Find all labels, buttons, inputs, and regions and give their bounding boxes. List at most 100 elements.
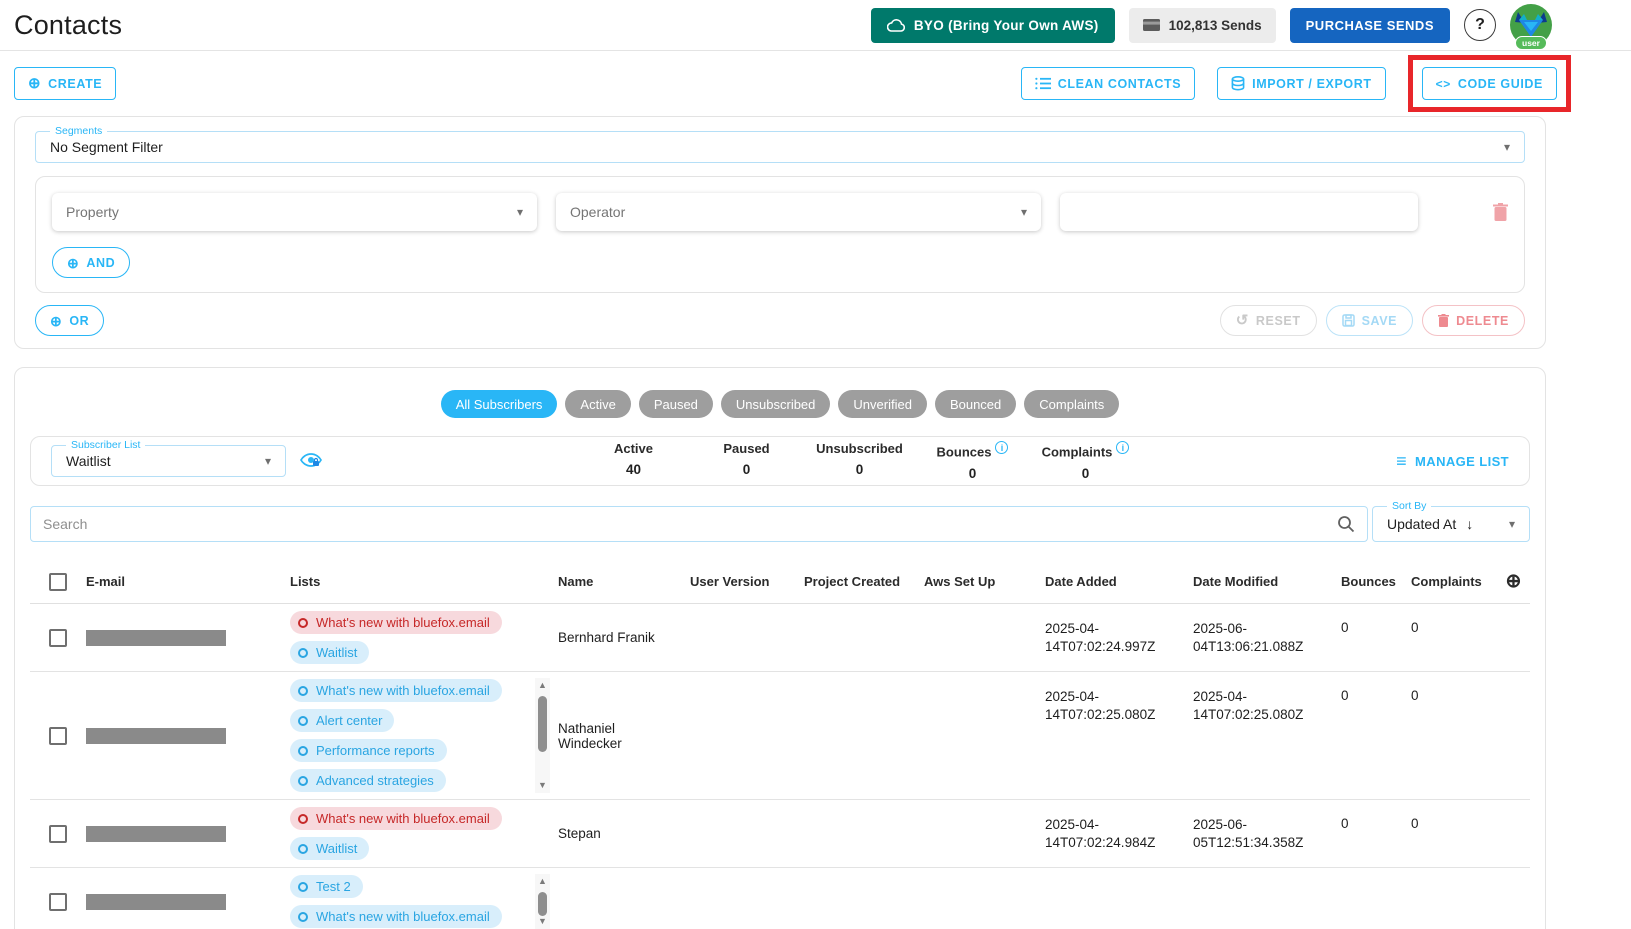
subscriber-list-select[interactable]: Subscriber List Waitlist ▾ [51,445,286,477]
chevron-down-icon: ▾ [1509,517,1515,531]
list-chip[interactable]: Waitlist [290,641,369,664]
list-chip[interactable]: Test 2 [290,875,363,898]
code-guide-button[interactable]: <> CODE GUIDE [1422,67,1557,100]
scroll-thumb[interactable] [538,696,547,752]
row-checkbox[interactable] [49,629,67,647]
scroll-thumb[interactable] [538,892,547,916]
save-icon [1342,314,1355,327]
undo-icon: ↺ [1236,313,1249,328]
sort-by-select[interactable]: Sort By Updated At ↓ ▾ [1372,506,1530,542]
sends-count-label: 102,813 Sends [1169,18,1262,33]
list-chip[interactable]: Alert center [290,709,394,732]
date-added-cell [1045,868,1193,929]
scroll-up-icon[interactable]: ▲ [538,876,547,887]
tab-bounced[interactable]: Bounced [935,390,1016,418]
row-checkbox[interactable] [49,727,67,745]
property-select[interactable]: Property ▾ [52,193,537,231]
list-chip[interactable]: What's new with bluefox.email [290,611,502,634]
property-placeholder: Property [66,204,119,220]
manage-list-button[interactable]: ≡ MANAGE LIST [1396,452,1509,470]
tab-active[interactable]: Active [565,390,630,418]
delete-segment-button[interactable]: DELETE [1422,305,1525,336]
list-chip[interactable]: What's new with bluefox.email [290,905,502,928]
help-button[interactable]: ? [1464,9,1496,41]
lists-cell: What's new with bluefox.email Waitlist [290,800,558,867]
circle-outline-icon [298,912,308,922]
row-checkbox[interactable] [49,893,67,911]
byo-aws-button[interactable]: BYO (Bring Your Own AWS) [871,8,1115,43]
column-header-bounces[interactable]: Bounces [1341,560,1411,603]
name-cell [558,868,690,929]
save-segment-button[interactable]: SAVE [1326,305,1414,336]
preview-lock-icon[interactable] [300,453,322,469]
info-icon[interactable]: i [1116,441,1129,454]
reset-segment-button[interactable]: ↺ RESET [1220,305,1317,336]
column-header-date-added[interactable]: Date Added [1045,560,1193,603]
user-avatar[interactable]: user [1510,4,1552,46]
sort-direction-icon[interactable]: ↓ [1466,516,1473,532]
redacted-email [86,894,226,910]
list-chip[interactable]: Advanced strategies [290,769,446,792]
email-cell [86,868,290,929]
stat-value: 40 [577,462,690,477]
circle-outline-icon [298,844,308,854]
list-chip[interactable]: What's new with bluefox.email [290,679,502,702]
filter-footer: ⊕ OR ↺ RESET SAVE DELETE [35,305,1525,336]
redacted-email [86,630,226,646]
condition-value-input[interactable] [1060,193,1418,231]
remove-condition-button[interactable] [1493,203,1508,221]
circle-outline-icon [298,686,308,696]
column-header-e-mail[interactable]: E-mail [86,560,290,603]
list-chip-label: Waitlist [316,645,357,660]
row-end-cell [1497,868,1530,929]
create-button[interactable]: ⊕ CREATE [14,67,116,100]
add-or-condition-button[interactable]: ⊕ OR [35,305,104,336]
list-chip-label: Test 2 [316,879,351,894]
column-header-user-version[interactable]: User Version [690,560,804,603]
column-header-date-modified[interactable]: Date Modified [1193,560,1341,603]
column-header-project-created[interactable]: Project Created [804,560,924,603]
list-chip[interactable]: Performance reports [290,739,447,762]
scroll-down-icon[interactable]: ▼ [538,780,547,791]
chevron-down-icon: ▾ [1021,205,1027,219]
column-header-lists[interactable]: Lists [290,560,558,603]
tab-complaints[interactable]: Complaints [1024,390,1119,418]
row-checkbox[interactable] [49,825,67,843]
date-modified-cell [1193,868,1341,929]
date-added-cell: 2025-04-14T07:02:24.984Z [1045,800,1193,867]
list-chip[interactable]: Waitlist [290,837,369,860]
circle-outline-icon [298,746,308,756]
select-all-checkbox[interactable] [49,573,67,591]
bounces-cell [1341,868,1411,929]
purchase-sends-button[interactable]: PURCHASE SENDS [1290,8,1450,43]
add-column-icon[interactable]: ⊕ [1506,570,1522,593]
tab-unverified[interactable]: Unverified [838,390,927,418]
import-export-button[interactable]: IMPORT / EXPORT [1217,67,1385,100]
column-header-name[interactable]: Name [558,560,690,603]
add-and-condition-button[interactable]: ⊕ AND [52,247,130,278]
tab-all-subscribers[interactable]: All Subscribers [441,390,558,418]
info-icon[interactable]: i [995,441,1008,454]
list-chip-label: Advanced strategies [316,773,434,788]
search-icon[interactable] [1337,515,1355,533]
segments-select[interactable]: Segments No Segment Filter ▾ [35,131,1525,163]
tab-paused[interactable]: Paused [639,390,713,418]
search-input[interactable] [43,516,1337,532]
scroll-up-icon[interactable]: ▲ [538,680,547,691]
list-chip[interactable]: What's new with bluefox.email [290,807,502,830]
circle-outline-icon [298,882,308,892]
operator-select[interactable]: Operator ▾ [556,193,1041,231]
tab-unsubscribed[interactable]: Unsubscribed [721,390,831,418]
date-added-cell: 2025-04-14T07:02:25.080Z [1045,672,1193,799]
column-header-aws-set-up[interactable]: Aws Set Up [924,560,1045,603]
stat-value: 0 [690,462,803,477]
date-modified-value: 2025-06-05T12:51:34.358Z [1193,816,1311,851]
lists-scrollbar[interactable]: ▲▼ [535,678,550,793]
lists-scrollbar[interactable]: ▲▼ [535,874,550,929]
clean-contacts-button[interactable]: CLEAN CONTACTS [1021,67,1195,100]
sends-count-chip[interactable]: 102,813 Sends [1129,8,1276,43]
stat-unsubscribed: Unsubscribed0 [803,441,916,481]
column-header-complaints[interactable]: Complaints [1411,560,1497,603]
scroll-down-icon[interactable]: ▼ [538,916,547,927]
project-created-cell [804,604,924,671]
